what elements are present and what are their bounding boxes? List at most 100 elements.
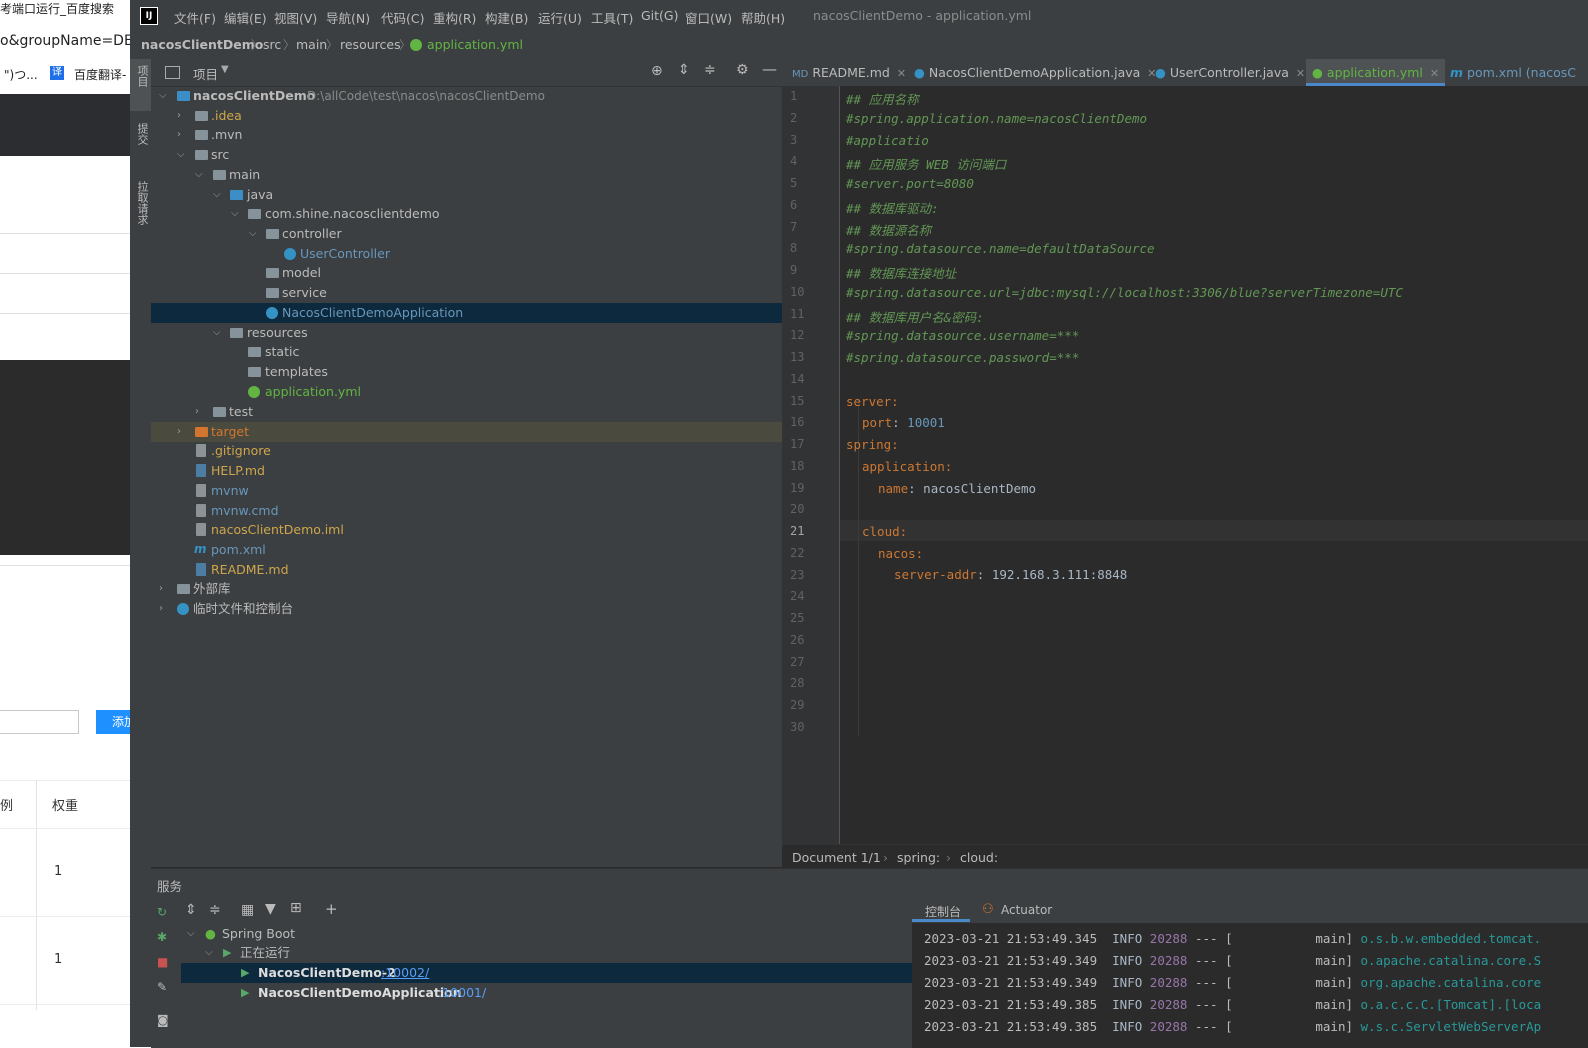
tree-item[interactable]: › test xyxy=(151,402,782,422)
tree-label: src xyxy=(211,147,230,162)
close-icon[interactable]: ✕ xyxy=(1430,67,1439,80)
chevron-right-icon: › xyxy=(946,850,951,865)
wrench-icon[interactable]: ✎ xyxy=(157,980,171,994)
filter-icon[interactable]: ▼ xyxy=(265,901,276,917)
tree-item[interactable]: › .mvn xyxy=(151,125,782,145)
expand-all-icon[interactable]: ⇕ xyxy=(185,902,197,918)
locate-icon[interactable]: ⊕ xyxy=(651,63,663,79)
tree-item-root[interactable]: ⌵ nacosClientDemo D:\allCode\test\nacos\… xyxy=(151,86,782,106)
tab-console[interactable]: 控制台 xyxy=(925,903,961,920)
tree-item[interactable]: mvnw xyxy=(151,481,782,501)
yaml-path-cloud[interactable]: cloud: xyxy=(960,850,998,865)
browser-tab-title[interactable]: 考端口运行_百度搜索 xyxy=(0,0,114,17)
breadcrumb-main[interactable]: main xyxy=(296,37,327,52)
console-output[interactable]: 2023-03-21 21:53:49.345 INFO 20288 --- [… xyxy=(912,923,1588,1048)
tree-item[interactable]: › .idea xyxy=(151,106,782,126)
tree-item[interactable]: ⌵ resources xyxy=(151,323,782,343)
collapse-all-icon[interactable]: ≑ xyxy=(704,62,716,78)
tree-item[interactable]: static xyxy=(151,342,782,362)
chevron-down-icon[interactable]: ▼ xyxy=(221,64,229,75)
yaml-value: 10001 xyxy=(907,415,945,430)
service-item-nacos-demo-2[interactable]: ▶ NacosClientDemo-2 :10002/ xyxy=(177,963,912,983)
tree-label: .mvn xyxy=(211,127,243,142)
collapse-all-icon[interactable]: ≑ xyxy=(209,902,221,918)
tree-item[interactable]: ⌵ controller xyxy=(151,224,782,244)
project-view-label[interactable]: 项目 xyxy=(193,64,218,83)
menu-code[interactable]: 代码(C) xyxy=(381,8,424,27)
tool-tab-project[interactable]: 项目 xyxy=(134,65,150,87)
service-item-nacos-demo-application[interactable]: ▶ NacosClientDemoApplication :10001/ xyxy=(177,983,912,1003)
tree-item[interactable]: nacosClientDemo.iml xyxy=(151,520,782,540)
close-icon[interactable]: ✕ xyxy=(1296,67,1305,80)
camera-icon[interactable]: ◙ xyxy=(157,1013,171,1027)
code-editor[interactable]: 1 2 3 4 5 6 7 8 9 10 11 12 13 14 15 16 17 18 19 20 21 22 23 24 2… xyxy=(782,86,1588,844)
tree-item[interactable]: ⌵ java xyxy=(151,185,782,205)
yaml-path-spring[interactable]: spring: xyxy=(897,850,940,865)
service-group-spring-boot[interactable]: ⌵ ● Spring Boot xyxy=(177,924,912,944)
tab-pom[interactable]: m pom.xml (nacosC xyxy=(1450,59,1576,86)
bookmark-item[interactable]: 百度翻译- xyxy=(74,66,126,83)
breadcrumb-project[interactable]: nacosClientDemo xyxy=(141,37,263,52)
expand-all-icon[interactable]: ⇕ xyxy=(678,62,690,78)
document-indicator[interactable]: Document 1/1 xyxy=(792,850,881,865)
tree-item[interactable]: HELP.md xyxy=(151,461,782,481)
tree-item[interactable]: ⌵ main xyxy=(151,165,782,185)
tree-item[interactable]: .gitignore xyxy=(151,441,782,461)
tab-application-java[interactable]: ● NacosClientDemoApplication.java ✕ xyxy=(914,59,1157,86)
tree-item[interactable]: ⌵ com.shine.nacosclientdemo xyxy=(151,204,782,224)
tree-item[interactable]: model xyxy=(151,263,782,283)
breadcrumb-file[interactable]: application.yml xyxy=(427,37,523,52)
tool-tab-commit[interactable]: 提交 xyxy=(134,123,150,145)
new-tab-icon[interactable]: ⊞ xyxy=(290,900,302,916)
tree-item[interactable]: mvnw.cmd xyxy=(151,501,782,521)
gear-icon[interactable]: ⚙ xyxy=(736,62,749,78)
tool-tab-pull-requests[interactable]: 拉取请求 xyxy=(134,181,150,225)
tab-actuator[interactable]: Actuator xyxy=(1001,903,1052,917)
add-icon[interactable]: + xyxy=(325,900,338,918)
line-number: 27 xyxy=(790,654,805,669)
tree-item-selected[interactable]: NacosClientDemoApplication xyxy=(151,303,782,323)
tree-item[interactable]: › 临时文件和控制台 xyxy=(151,599,782,619)
yaml-key: nacos: xyxy=(878,546,924,561)
debug-icon[interactable]: ✱ xyxy=(157,930,171,944)
tree-item[interactable]: application.yml xyxy=(151,382,782,402)
tree-item[interactable]: › 外部库 xyxy=(151,579,782,599)
browser-address-bar[interactable]: o&groupName=DEF xyxy=(0,33,132,49)
menu-file[interactable]: 文件(F) xyxy=(174,8,216,27)
breadcrumb-src[interactable]: src xyxy=(263,37,281,52)
breadcrumb-resources[interactable]: resources xyxy=(340,37,401,52)
menu-view[interactable]: 视图(V) xyxy=(274,8,317,27)
bookmark-item[interactable]: ")つ... xyxy=(4,66,38,83)
tree-item[interactable]: ⌵ src xyxy=(151,145,782,165)
tree-item[interactable]: › target xyxy=(151,422,782,442)
menu-tools[interactable]: 工具(T) xyxy=(591,8,633,27)
menu-git[interactable]: Git(G) xyxy=(641,8,679,23)
menu-run[interactable]: 运行(U) xyxy=(538,8,582,27)
hide-panel-icon[interactable]: — xyxy=(762,60,777,78)
close-icon[interactable]: ✕ xyxy=(897,67,906,80)
group-icon[interactable]: ▦ xyxy=(241,902,254,918)
rerun-icon[interactable]: ↻ xyxy=(157,905,171,919)
chevron-right-icon: 〉 xyxy=(283,38,296,52)
stop-icon[interactable]: ■ xyxy=(157,955,171,969)
tree-item[interactable]: UserController xyxy=(151,244,782,264)
tab-readme[interactable]: MD README.md ✕ xyxy=(792,59,906,86)
service-name: NacosClientDemoApplication xyxy=(258,985,462,1000)
intellij-logo-icon: IJ xyxy=(140,7,158,25)
tree-item[interactable]: templates xyxy=(151,362,782,382)
browser-input[interactable] xyxy=(0,710,79,734)
menu-window[interactable]: 窗口(W) xyxy=(685,8,732,27)
add-button[interactable]: 添加 xyxy=(96,710,132,734)
menu-refactor[interactable]: 重构(R) xyxy=(433,8,476,27)
tree-item[interactable]: service xyxy=(151,283,782,303)
menu-edit[interactable]: 编辑(E) xyxy=(224,8,267,27)
tree-item[interactable]: README.md xyxy=(151,560,782,580)
menu-navigate[interactable]: 导航(N) xyxy=(326,8,370,27)
menu-help[interactable]: 帮助(H) xyxy=(741,8,785,27)
tree-item[interactable]: m pom.xml xyxy=(151,540,782,560)
menu-build[interactable]: 构建(B) xyxy=(485,8,528,27)
tab-user-controller[interactable]: ● UserController.java ✕ xyxy=(1155,59,1305,86)
service-group-running[interactable]: ⌵ ▶ 正在运行 xyxy=(177,943,912,963)
services-tool-window: 服务 ⇕ ≑ ▦ ▼ ⊞ + ↻ ✱ ■ ✎ ◙ ⌵ ● Spring Boot… xyxy=(151,868,1588,1048)
tab-application-yml-active[interactable]: ● application.yml ✕ xyxy=(1306,59,1446,86)
